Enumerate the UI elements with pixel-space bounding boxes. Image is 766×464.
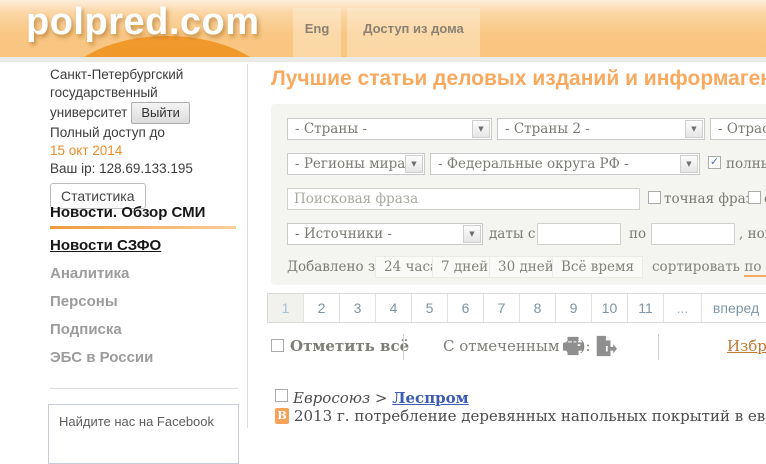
- page-ellipsis[interactable]: ...: [664, 294, 702, 322]
- org-name-line1: Санкт-Петербургский: [50, 66, 245, 84]
- search-input[interactable]: [287, 188, 640, 210]
- org-name-line2: государственный: [50, 84, 245, 102]
- page-4[interactable]: 4: [376, 294, 412, 322]
- sort-by-date-link[interactable]: по дате: [744, 259, 766, 277]
- page-2[interactable]: 2: [304, 294, 340, 322]
- federal-districts-select[interactable]: - Федеральные округа РФ - ▼: [430, 153, 700, 175]
- countries-select[interactable]: - Страны - ▼: [287, 118, 492, 140]
- next-page-button[interactable]: вперед →: [702, 294, 766, 322]
- extra-option-checkbox[interactable]: [748, 191, 761, 204]
- active-item-underline: [50, 226, 236, 229]
- export-document-icon: [593, 335, 617, 357]
- sort-label: сортировать: [652, 259, 744, 275]
- header-bottom-strip: [0, 57, 766, 62]
- source-badge: В: [275, 408, 289, 424]
- countries2-select[interactable]: - Страны 2 - ▼: [497, 118, 705, 140]
- page-5[interactable]: 5: [412, 294, 448, 322]
- article-header: Евросоюз > Леспром: [275, 389, 469, 407]
- logout-button[interactable]: Выйти: [131, 102, 190, 124]
- tab-home-access[interactable]: Доступ из дома: [347, 8, 480, 57]
- industries-select[interactable]: - Отрасли -: [710, 118, 766, 140]
- access-date: 15 окт 2014: [50, 142, 245, 160]
- dropdown-arrow-icon: ▼: [463, 225, 481, 243]
- world-regions-select[interactable]: - Регионы мира - ▼: [287, 153, 425, 175]
- dropdown-arrow-icon: ▼: [680, 155, 698, 173]
- page-9[interactable]: 9: [556, 294, 592, 322]
- pagination: 1 2 3 4 5 6 7 8 9 10 11 ... вперед →: [267, 293, 766, 323]
- access-until-label: Полный доступ до: [50, 124, 245, 142]
- select-all-label: Отметить всё: [290, 337, 409, 355]
- facebook-widget[interactable]: Найдите нас на Facebook: [48, 404, 239, 464]
- select-all-checkbox[interactable]: [271, 339, 284, 352]
- exact-phrase-checkbox[interactable]: [648, 191, 661, 204]
- full-text-label: полный текст: [726, 156, 766, 172]
- tab-eng[interactable]: Eng: [293, 8, 341, 57]
- exact-phrase-label: точная фраза: [664, 191, 761, 207]
- site-header: polpred.com Eng Доступ из дома: [0, 0, 766, 57]
- export-button[interactable]: [593, 335, 617, 362]
- page-7[interactable]: 7: [484, 294, 520, 322]
- sidebar-item-analytics[interactable]: Аналитика: [50, 264, 245, 284]
- date-from-label: даты с: [489, 226, 535, 242]
- page-1[interactable]: 1: [268, 294, 304, 322]
- favorites-link[interactable]: Избранное: [727, 337, 766, 355]
- sidebar-item-news-smi[interactable]: Новости. Обзор СМИ: [50, 203, 245, 223]
- ip-address: Ваш ip: 128.69.133.195: [50, 160, 245, 178]
- dropdown-arrow-icon: ▼: [685, 120, 703, 138]
- date-to-input[interactable]: [651, 223, 735, 245]
- date-from-input[interactable]: [537, 223, 621, 245]
- print-button[interactable]: [562, 335, 584, 362]
- article-topic-link[interactable]: Леспром: [392, 389, 468, 407]
- page-10[interactable]: 10: [592, 294, 628, 322]
- page-6[interactable]: 6: [448, 294, 484, 322]
- full-text-checkbox[interactable]: ✓: [708, 156, 721, 169]
- date-to-label: по: [629, 226, 646, 242]
- account-block: Санкт-Петербургский государственный унив…: [50, 66, 245, 209]
- article-row: В 2013 г. потребление деревянных напольны…: [275, 407, 766, 426]
- period-all-button[interactable]: Всё время: [552, 256, 643, 278]
- sidebar-item-persons[interactable]: Персоны: [50, 292, 245, 312]
- numbers-label: , номера: [739, 226, 766, 242]
- added-for-label: Добавлено за: [287, 259, 383, 275]
- page-title: Лучшие статьи деловых изданий и информаг…: [271, 67, 766, 91]
- page-11[interactable]: 11: [628, 294, 664, 322]
- sidebar-item-subscription[interactable]: Подписка: [50, 320, 245, 340]
- dropdown-arrow-icon: ▼: [472, 120, 490, 138]
- page-3[interactable]: 3: [340, 294, 376, 322]
- article-text[interactable]: 2013 г. потребление деревянных напольных…: [294, 407, 766, 425]
- period-7d-button[interactable]: 7 дней: [432, 256, 497, 278]
- article-category: Евросоюз: [293, 389, 370, 407]
- dropdown-arrow-icon: ▼: [405, 155, 423, 173]
- search-filter-panel: - Страны - ▼ - Страны 2 - ▼ - Отрасли - …: [271, 104, 766, 285]
- actions-divider: [658, 334, 659, 360]
- sources-select[interactable]: - Источники - ▼: [287, 223, 483, 245]
- breadcrumb-separator: >: [370, 389, 392, 407]
- actions-divider: [403, 334, 404, 360]
- facebook-widget-label: Найдите нас на Facebook: [59, 414, 214, 429]
- sort-control: сортировать по дате: [652, 259, 766, 275]
- content-vertical-divider: [247, 64, 248, 428]
- sidebar-divider: [50, 388, 238, 389]
- printer-icon: [562, 335, 584, 357]
- sidebar-menu: Новости. Обзор СМИ Новости СЗФО Аналитик…: [50, 203, 245, 376]
- site-logo[interactable]: polpred.com: [26, 1, 260, 44]
- article-checkbox[interactable]: [275, 389, 288, 402]
- page-8[interactable]: 8: [520, 294, 556, 322]
- sidebar-item-news-szfo[interactable]: Новости СЗФО: [50, 236, 245, 256]
- sidebar-item-ebs[interactable]: ЭБС в России: [50, 348, 245, 368]
- org-name-line3: университетВыйти: [50, 102, 245, 124]
